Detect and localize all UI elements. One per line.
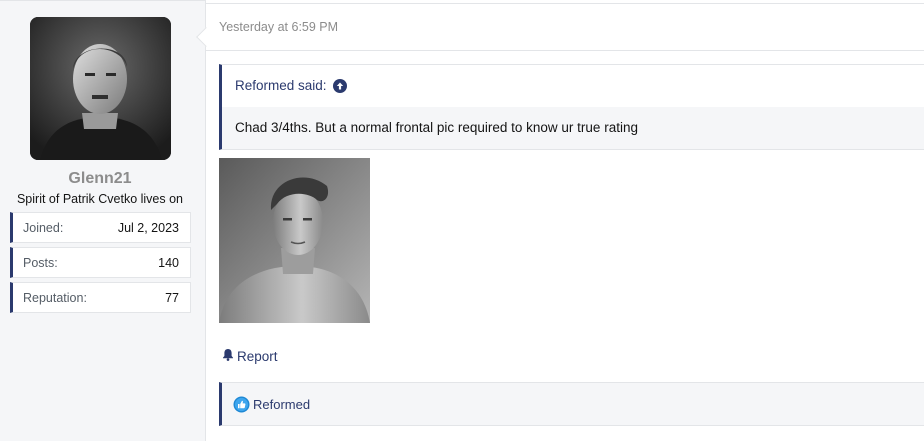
report-label[interactable]: Report [237, 349, 278, 364]
quote-content: Chad 3/4ths. But a normal frontal pic re… [222, 107, 924, 149]
message-user-sidebar: Glenn21 Spirit of Patrik Cvetko lives on… [0, 0, 206, 441]
stat-label: Joined: [23, 220, 64, 235]
stat-label: Posts: [23, 255, 58, 270]
like-icon [233, 396, 250, 413]
stat-value: Jul 2, 2023 [117, 220, 179, 235]
user-stat-reputation: Reputation: 77 [10, 282, 191, 313]
user-stat-posts: Posts: 140 [10, 247, 191, 278]
reaction-users-link[interactable]: Reformed [253, 397, 310, 412]
arrow-up-circle-icon[interactable] [332, 78, 347, 93]
report-link[interactable]: Report [222, 348, 278, 364]
stat-label: Reputation: [23, 290, 87, 305]
quote-header[interactable]: Reformed said: [235, 78, 347, 93]
quote-block: Reformed said: Chad 3/4ths. But a normal… [219, 64, 924, 150]
reactions-bar: Reformed [219, 382, 924, 426]
username[interactable]: Glenn21 [0, 170, 200, 188]
user-stat-joined: Joined: Jul 2, 2023 [10, 212, 191, 243]
user-avatar[interactable] [30, 17, 171, 160]
post-timestamp[interactable]: Yesterday at 6:59 PM [219, 20, 338, 34]
bell-icon [222, 348, 234, 364]
stat-value: 77 [165, 290, 179, 305]
user-title: Spirit of Patrik Cvetko lives on [16, 192, 184, 206]
stat-value[interactable]: 140 [158, 256, 179, 270]
attached-image[interactable] [219, 158, 370, 323]
quote-author-said[interactable]: Reformed said: [235, 78, 327, 93]
